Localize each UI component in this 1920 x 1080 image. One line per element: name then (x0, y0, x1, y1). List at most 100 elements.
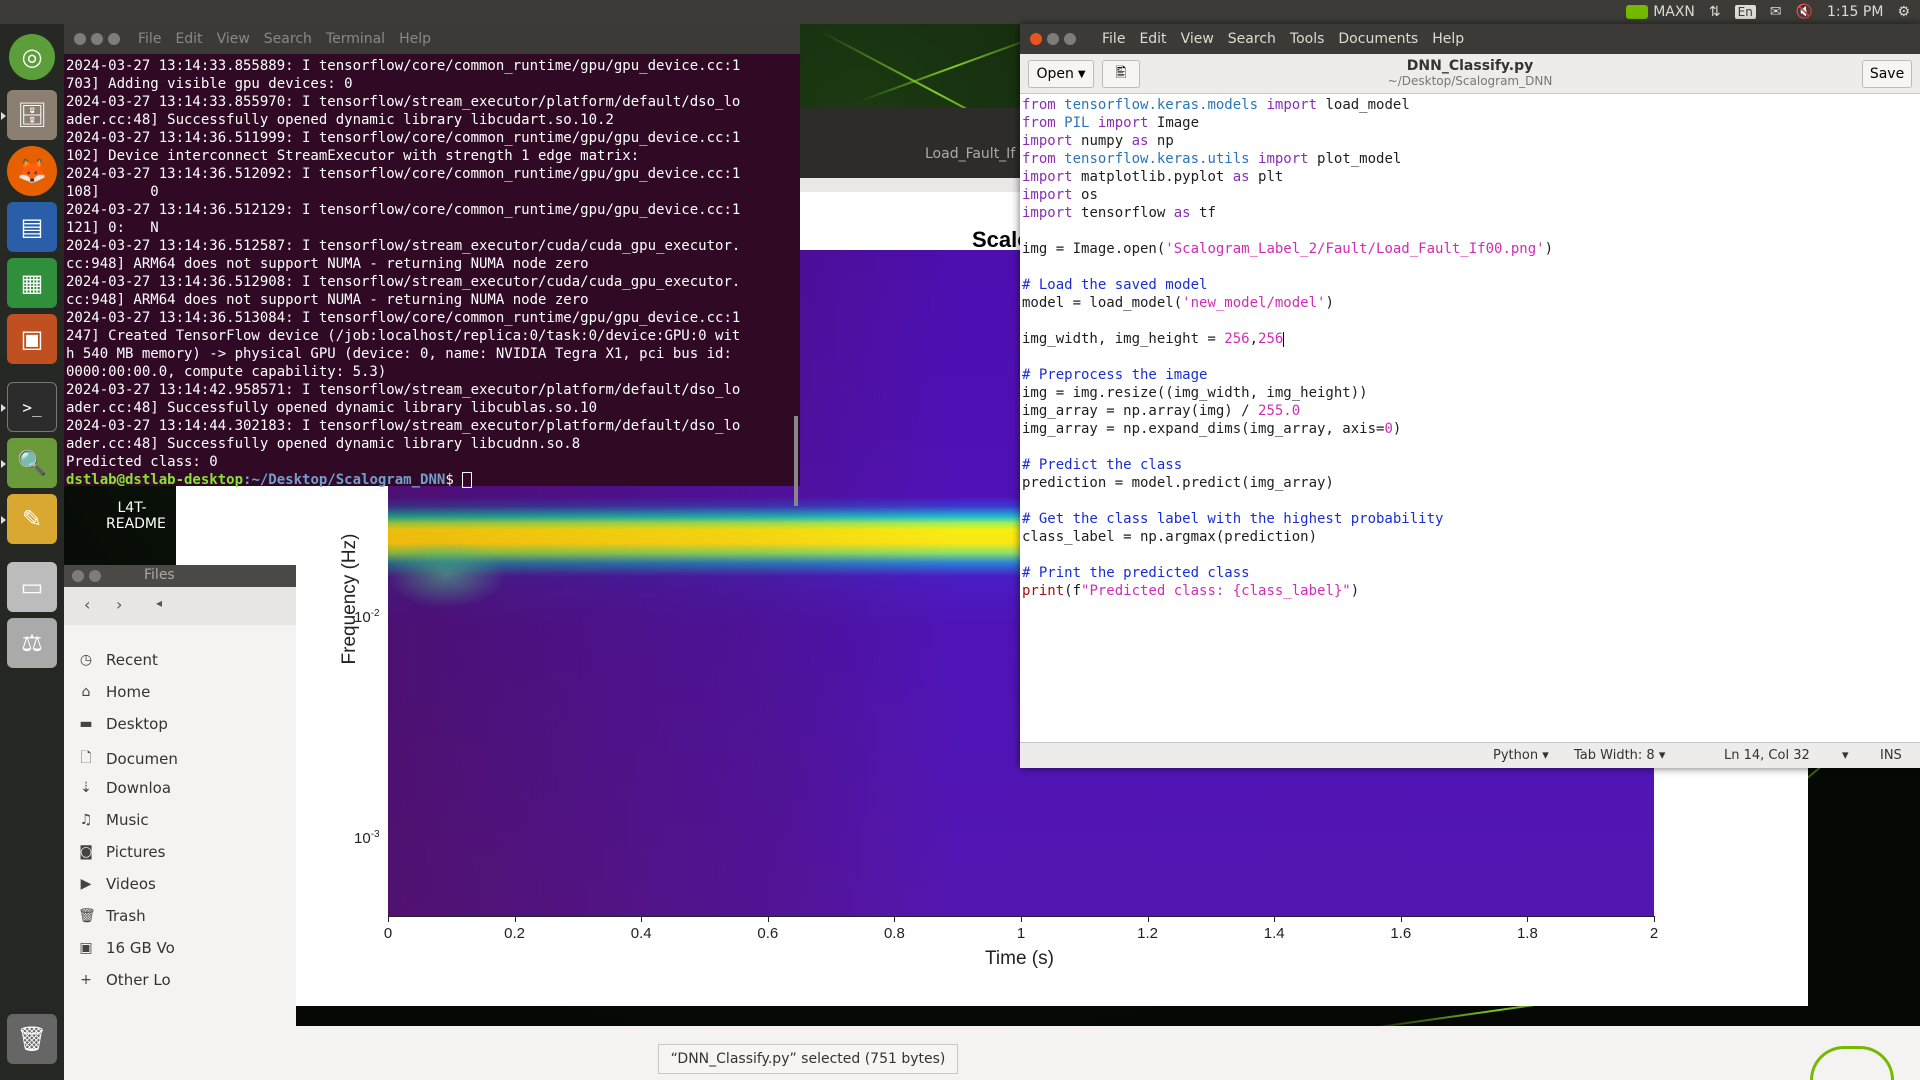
maximize-button[interactable] (1064, 33, 1076, 45)
cursor-position[interactable]: Ln 14, Col 32 (1724, 748, 1810, 763)
insert-mode: INS (1880, 748, 1902, 763)
code-line: import matplotlib.pyplot as plt (1022, 169, 1284, 185)
terminal-scrollbar[interactable] (794, 416, 798, 506)
close-button[interactable] (1030, 33, 1042, 45)
sidebar-item-label: Trash (106, 907, 146, 925)
desktop-readme-icon[interactable]: L4T- README (106, 500, 166, 532)
writer-icon[interactable]: ▤ (7, 202, 57, 252)
terminal-menu-item[interactable]: Edit (175, 31, 202, 47)
editor-menu-item[interactable]: Documents (1338, 31, 1418, 47)
back-icon[interactable]: ‹ (84, 595, 90, 614)
maximize-button[interactable] (108, 33, 120, 45)
x-tick-label: 0.4 (630, 925, 652, 942)
chevron-left-icon[interactable]: ◂ (156, 596, 162, 610)
editor-menubar: File Edit View Search Tools Documents Help (1020, 24, 1920, 54)
mail-icon[interactable]: ✉ (1770, 4, 1782, 20)
x-tick (767, 916, 769, 922)
terminal-output[interactable]: 2024-03-27 13:14:33.855889: I tensorflow… (64, 54, 800, 489)
close-button[interactable] (72, 570, 84, 582)
language-selector[interactable]: Python ▾ (1493, 748, 1549, 763)
save-button[interactable]: Save (1862, 60, 1912, 88)
sidebar-item[interactable]: ⌂ Home (78, 683, 151, 701)
files-icon[interactable]: 🗄 (7, 90, 57, 140)
terminal-line: 247] Created TensorFlow device (/job:loc… (66, 328, 741, 344)
terminal-menu-item[interactable]: View (217, 31, 250, 47)
volume-icon[interactable]: 🔇 (1796, 4, 1813, 20)
drive-icon[interactable]: ⚖ (7, 618, 57, 668)
editor-menu-item[interactable]: Help (1432, 31, 1464, 47)
sidebar-item[interactable]: + Other Lo (78, 971, 171, 989)
terminal-menubar: File Edit View Search Terminal Help (64, 24, 800, 54)
sidebar-item-label: Pictures (106, 843, 166, 861)
sidebar-item-icon: ▬ (79, 716, 93, 732)
impress-icon[interactable]: ▣ (7, 314, 57, 364)
y-tick-label: 10-3 (354, 829, 380, 847)
network-icon[interactable]: ⇅ (1709, 4, 1721, 20)
x-tick-label: 1.8 (1516, 925, 1538, 942)
terminal-line: 2024-03-27 13:14:42.958571: I tensorflow… (66, 382, 741, 398)
power-mode-indicator[interactable]: MAXN (1626, 4, 1695, 20)
settings-gear-icon[interactable]: ⚙ (1897, 4, 1910, 20)
x-tick-label: 1.4 (1263, 925, 1285, 942)
firefox-icon[interactable]: 🦊 (7, 146, 57, 196)
calc-icon[interactable]: ▦ (7, 258, 57, 308)
terminal-menu-item[interactable]: File (138, 31, 161, 47)
sidebar-item[interactable]: ♫ Music (78, 811, 149, 829)
trash-icon[interactable]: 🗑 (7, 1014, 57, 1064)
clock[interactable]: 1:15 PM (1827, 4, 1883, 20)
editor-menu-item[interactable]: File (1102, 31, 1125, 47)
code-line: # Predict the class (1022, 457, 1183, 473)
sidebar-item[interactable]: ▬ Desktop (78, 715, 168, 733)
code-line: prediction = model.predict(img_array) (1022, 475, 1334, 491)
tab-width-selector[interactable]: Tab Width: 8 ▾ (1574, 748, 1665, 763)
sidebar-item-label: Music (106, 811, 149, 829)
files-toolbar: ‹ › ◂ (64, 587, 296, 625)
sidebar-item-label: Recent (106, 651, 158, 669)
sidebar-item-icon: ▣ (79, 940, 93, 956)
code-line: model = load_model('new_model/model') (1022, 295, 1334, 311)
editor-menu-item[interactable]: Search (1228, 31, 1276, 47)
editor-menu-item[interactable]: Tools (1290, 31, 1325, 47)
close-button[interactable] (74, 33, 86, 45)
terminal-icon[interactable]: >_ (7, 382, 57, 432)
terminal-menu-item[interactable]: Search (264, 31, 312, 47)
terminal-prompt[interactable]: dstlab@dstlab-desktop:~/Desktop/Scalogra… (66, 471, 800, 489)
text-editor-icon[interactable]: ✎ (7, 494, 57, 544)
sidebar-item-label: Other Lo (106, 971, 171, 989)
forward-icon[interactable]: › (116, 595, 122, 614)
minimize-button[interactable] (91, 33, 103, 45)
drive-icon[interactable]: ▭ (7, 562, 57, 612)
terminal-line: 2024-03-27 13:14:36.512092: I tensorflow… (66, 166, 741, 182)
chevron-down-icon[interactable]: ▾ (1842, 748, 1849, 763)
x-tick-label: 0.2 (504, 925, 526, 942)
sidebar-item-label: Downloa (106, 779, 172, 797)
editor-menu-item[interactable]: Edit (1139, 31, 1166, 47)
editor-menu-item[interactable]: View (1181, 31, 1214, 47)
sidebar-item[interactable]: ◙ Pictures (78, 843, 165, 861)
terminal-menu-item[interactable]: Terminal (326, 31, 385, 47)
sidebar-item[interactable]: ▶ Videos (78, 875, 156, 893)
terminal-line: 2024-03-27 13:14:36.512908: I tensorflow… (66, 274, 741, 290)
ubuntu-icon[interactable]: ◎ (9, 34, 55, 80)
terminal-menu-item[interactable]: Help (399, 31, 431, 47)
sidebar-item[interactable]: ⇣ Downloa (78, 779, 171, 797)
files-window: Files ‹ › ◂ ◷ Recent ⌂ Home ▬ Desktop 🗋 Documen… (64, 565, 296, 1080)
text-cursor (1283, 331, 1285, 347)
minimize-button[interactable] (89, 570, 101, 582)
sidebar-item[interactable]: ◷ Recent (78, 651, 158, 669)
code-line: from PIL import Image (1022, 115, 1200, 131)
terminal-line: 2024-03-27 13:14:33.855889: I tensorflow… (66, 58, 741, 74)
image-viewer-icon[interactable]: 🔍 (7, 438, 57, 488)
selection-status: “DNN_Classify.py” selected (751 bytes) (658, 1044, 958, 1074)
editor-toolbar: Open ▼ 🖺 DNN_Classify.py ~/Desktop/Scalog… (1020, 54, 1920, 94)
code-editor[interactable]: from tensorflow.keras.models import load… (1022, 96, 1553, 600)
minimize-button[interactable] (1047, 33, 1059, 45)
sidebar-item[interactable]: ▣ 16 GB Vo (78, 939, 174, 957)
terminal-line: Predicted class: 0 (66, 454, 218, 470)
keyboard-layout[interactable]: En (1734, 5, 1756, 19)
sidebar-item[interactable]: 🗋 Documen (78, 747, 177, 771)
x-tick (641, 916, 643, 922)
sidebar-item[interactable]: 🗑 Trash (78, 907, 146, 925)
x-tick (1400, 916, 1402, 922)
